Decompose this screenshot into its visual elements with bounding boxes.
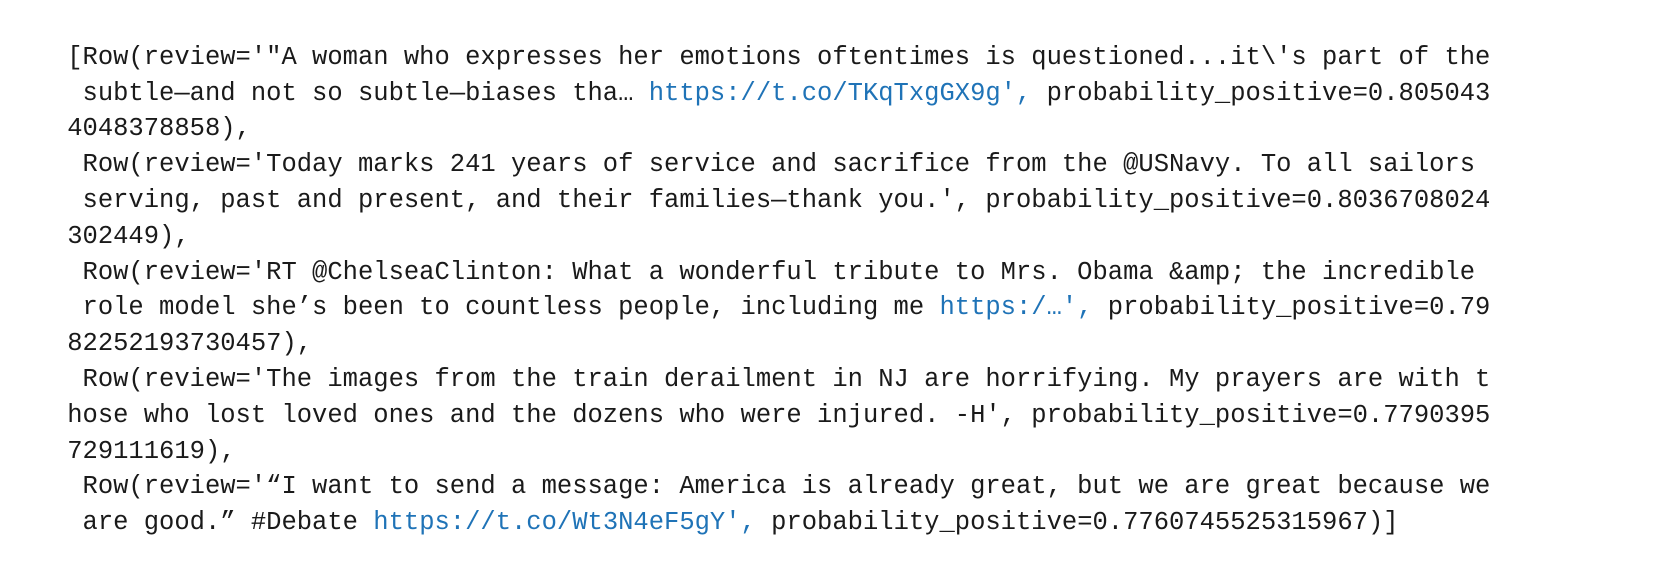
notebook-output: [Row(review='"A woman who expresses her … <box>6 4 1671 537</box>
output-text: role model she’s been to countless peopl… <box>67 293 940 323</box>
output-text: 302449), <box>67 221 190 251</box>
tweet-link[interactable]: https://t.co/Wt3N4eF5gY', <box>373 508 756 537</box>
output-text: probability_positive=0.805043 <box>1031 78 1491 108</box>
output-text: Row(review='“I want to send a message: A… <box>67 472 1491 502</box>
output-text: 729111619), <box>67 436 236 466</box>
output-line: Row(review='RT @ChelseaClinton: What a w… <box>6 219 1671 287</box>
output-line: [Row(review='"A woman who expresses her … <box>6 4 1671 72</box>
tweet-link[interactable]: https:/…', <box>939 293 1092 322</box>
output-line: Row(review='“I want to send a message: A… <box>6 434 1671 501</box>
output-text: Row(review='The images from the train de… <box>67 364 1491 394</box>
output-text: Row(review='RT @ChelseaClinton: What a w… <box>67 257 1476 287</box>
output-text: are good.” #Debate <box>67 508 374 538</box>
output-line: Row(review='Today marks 241 years of ser… <box>6 111 1671 179</box>
output-text: [Row(review='"A woman who expresses her … <box>67 42 1491 72</box>
output-text: Row(review='Today marks 241 years of ser… <box>67 150 1476 180</box>
output-text: probability_positive=0.79 <box>1092 293 1491 323</box>
output-text: subtle—and not so subtle—biases tha… <box>67 78 649 108</box>
tweet-link[interactable]: https://t.co/TKqTxgGX9g', <box>649 79 1032 108</box>
output-text: hose who lost loved ones and the dozens … <box>67 400 1491 430</box>
output-text: 82252193730457), <box>67 329 313 359</box>
output-text: probability_positive=0.7760745525315967)… <box>755 508 1399 538</box>
output-text: 4048378858), <box>67 114 251 144</box>
output-text: serving, past and present, and their fam… <box>67 185 1491 215</box>
